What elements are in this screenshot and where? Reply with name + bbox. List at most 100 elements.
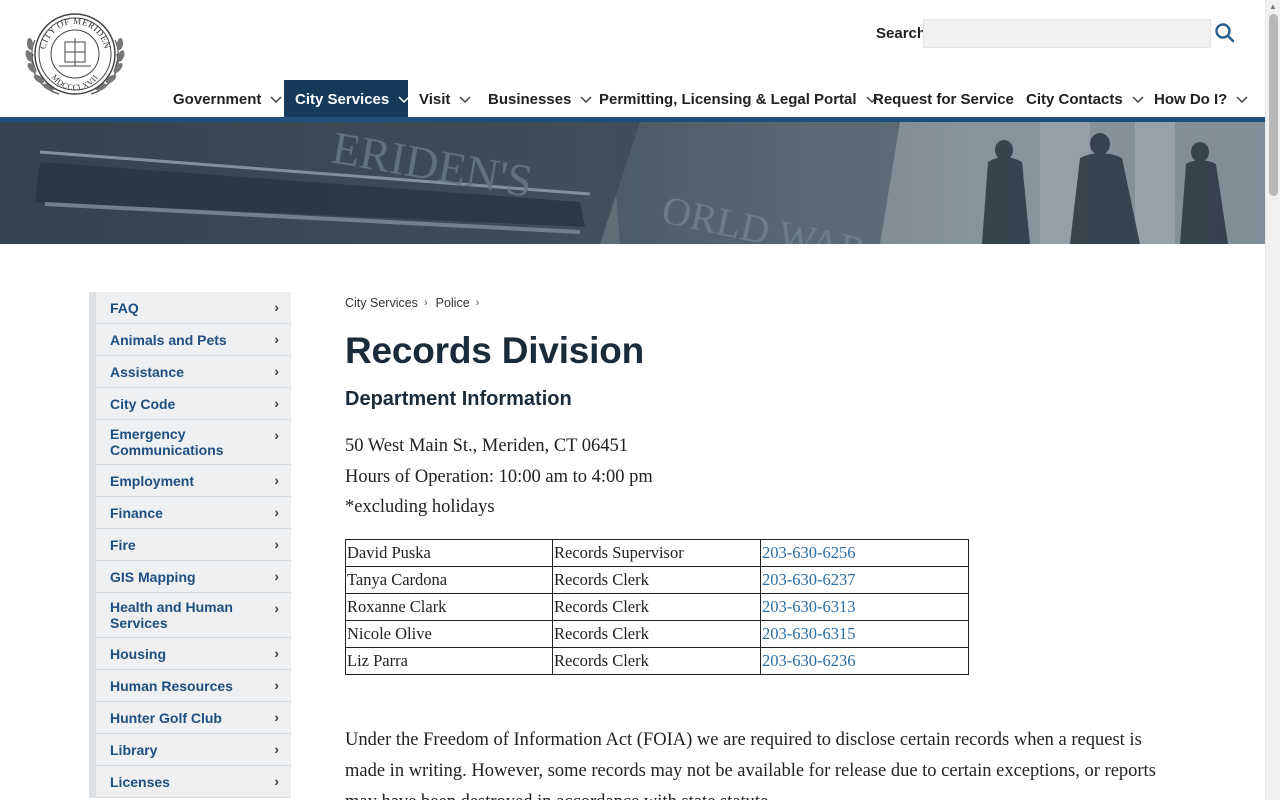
phone-link[interactable]: 203-630-6237 <box>762 570 856 589</box>
breadcrumb-city-services[interactable]: City Services <box>345 296 418 310</box>
sidebar-item-assistance[interactable]: Assistance › <box>89 356 291 388</box>
sidebar-item-gis-mapping[interactable]: GIS Mapping › <box>89 561 291 593</box>
sidebar-item-city-code[interactable]: City Code › <box>89 388 291 420</box>
nav-label: How Do I? <box>1154 90 1228 108</box>
sidebar-item-label: FAQ <box>110 299 139 316</box>
phone-link[interactable]: 203-630-6236 <box>762 651 856 670</box>
nav-label: Permitting, Licensing & Legal Portal <box>599 90 857 108</box>
sidebar-item-finance[interactable]: Finance › <box>89 497 291 529</box>
foia-paragraph: Under the Freedom of Information Act (FO… <box>345 729 1156 800</box>
nav-label: Businesses <box>488 90 572 108</box>
chevron-right-icon: › <box>274 427 279 443</box>
department-info: 50 West Main St., Meriden, CT 06451 Hour… <box>345 431 1185 523</box>
chevron-right-icon: › <box>274 504 279 520</box>
sidebar-item-label: Fire <box>110 536 136 553</box>
scroll-up-arrow-icon[interactable]: ▲ <box>1269 2 1277 11</box>
phone-link[interactable]: 203-630-6313 <box>762 597 856 616</box>
chevron-right-icon: › <box>274 600 279 616</box>
nav-permitting-licensing-legal[interactable]: Permitting, Licensing & Legal Portal <box>588 80 890 118</box>
table-row: Nicole Olive Records Clerk 203-630-6315 <box>345 619 969 648</box>
sidebar-item-health-and-human-services[interactable]: Health and Human Services › <box>89 593 291 638</box>
chevron-right-icon: › <box>274 677 279 693</box>
search-label: Search <box>876 25 927 42</box>
staff-phone-cell: 203-630-6315 <box>760 619 969 648</box>
nav-how-do-i[interactable]: How Do I? <box>1143 80 1260 118</box>
scrollbar-thumb[interactable] <box>1269 14 1278 196</box>
sidebar-item-label: GIS Mapping <box>110 568 196 585</box>
staff-name: Roxanne Clark <box>345 592 553 621</box>
table-row: Tanya Cardona Records Clerk 203-630-6237 <box>345 565 969 594</box>
chevron-right-icon: › <box>274 645 279 661</box>
chevron-right-icon: › <box>274 773 279 789</box>
sidebar-item-fire[interactable]: Fire › <box>89 529 291 561</box>
nav-businesses[interactable]: Businesses <box>477 80 604 118</box>
staff-name: Nicole Olive <box>345 619 553 648</box>
breadcrumb-separator: › <box>475 297 480 309</box>
chevron-right-icon: › <box>274 741 279 757</box>
sidebar-item-faq[interactable]: FAQ › <box>89 292 291 324</box>
chevron-right-icon: › <box>274 536 279 552</box>
staff-phone-cell: 203-630-6237 <box>760 565 969 594</box>
nav-city-contacts[interactable]: City Contacts <box>1015 80 1156 118</box>
breadcrumb-police[interactable]: Police <box>436 296 470 310</box>
staff-phone-cell: 203-630-6313 <box>760 592 969 621</box>
table-row: David Puska Records Supervisor 203-630-6… <box>345 538 969 567</box>
nav-request-for-service[interactable]: Request for Service <box>862 80 1025 118</box>
nav-city-services[interactable]: City Services <box>284 80 410 118</box>
sidebar-item-label: Health and Human Services <box>110 599 233 631</box>
sidebar-item-emergency-communications[interactable]: Emergency Communications › <box>89 420 291 465</box>
chevron-down-icon <box>269 92 283 106</box>
sidebar-item-label: Human Resources <box>110 677 233 694</box>
search-icon[interactable] <box>1214 22 1238 46</box>
chevron-down-icon <box>1235 92 1249 106</box>
sidebar-item-label: Library <box>110 741 158 758</box>
nav-label: City Services <box>295 90 390 108</box>
staff-role: Records Clerk <box>552 565 761 594</box>
site-header: CITY OF MERIDEN MDCCCLXVII Search Govern… <box>0 0 1265 122</box>
staff-phone-cell: 203-630-6236 <box>760 646 969 675</box>
header-banner-image: ERIDEN'S ORLD WAR <box>0 122 1265 244</box>
nav-label: Government <box>173 90 262 108</box>
sidebar-item-licenses[interactable]: Licenses › <box>89 766 291 798</box>
page-scrollbar[interactable]: ▲ <box>1265 0 1280 800</box>
table-row: Liz Parra Records Clerk 203-630-6236 <box>345 646 969 675</box>
holidays-note: *excluding holidays <box>345 497 495 517</box>
sidebar-item-label: Animals and Pets <box>110 331 227 348</box>
staff-phone-cell: 203-630-6256 <box>760 538 969 567</box>
phone-link[interactable]: 203-630-6256 <box>762 543 856 562</box>
sidebar-item-label: City Code <box>110 395 176 412</box>
nav-label: Request for Service <box>873 90 1014 108</box>
chevron-down-icon <box>458 92 472 106</box>
staff-role: Records Supervisor <box>552 538 761 567</box>
sidebar-item-label: Licenses <box>110 773 170 790</box>
staff-name: Liz Parra <box>345 646 553 675</box>
nav-label: Visit <box>419 90 451 108</box>
sidebar-item-hunter-golf-club[interactable]: Hunter Golf Club › <box>89 702 291 734</box>
sidebar-item-label: Emergency Communications <box>110 426 224 458</box>
chevron-right-icon: › <box>274 395 279 411</box>
sidebar-item-housing[interactable]: Housing › <box>89 638 291 670</box>
chevron-right-icon: › <box>274 331 279 347</box>
sidebar-item-library[interactable]: Library › <box>89 734 291 766</box>
main-nav: Government City Services Visit Businesse… <box>0 80 1265 118</box>
page-title: Records Division <box>345 330 645 371</box>
sidebar-item-animals-and-pets[interactable]: Animals and Pets › <box>89 324 291 356</box>
sidebar-item-employment[interactable]: Employment › <box>89 465 291 497</box>
address-text: 50 West Main St., Meriden, CT 06451 <box>345 436 629 456</box>
sidebar-item-label: Hunter Golf Club <box>110 709 222 726</box>
chevron-right-icon: › <box>274 709 279 725</box>
section-heading: Department Information <box>345 388 572 410</box>
nav-government[interactable]: Government <box>162 80 294 118</box>
sidebar-item-label: Finance <box>110 504 163 521</box>
table-row: Roxanne Clark Records Clerk 203-630-6313 <box>345 592 969 621</box>
staff-table: David Puska Records Supervisor 203-630-6… <box>345 538 969 675</box>
chevron-right-icon: › <box>274 363 279 379</box>
search-input[interactable] <box>923 19 1211 48</box>
sidebar-item-human-resources[interactable]: Human Resources › <box>89 670 291 702</box>
breadcrumb-separator: › <box>423 297 428 309</box>
staff-role: Records Clerk <box>552 592 761 621</box>
nav-label: City Contacts <box>1026 90 1123 108</box>
breadcrumb: City Services › Police › <box>345 296 1185 310</box>
nav-visit[interactable]: Visit <box>408 80 483 118</box>
phone-link[interactable]: 203-630-6315 <box>762 624 856 643</box>
